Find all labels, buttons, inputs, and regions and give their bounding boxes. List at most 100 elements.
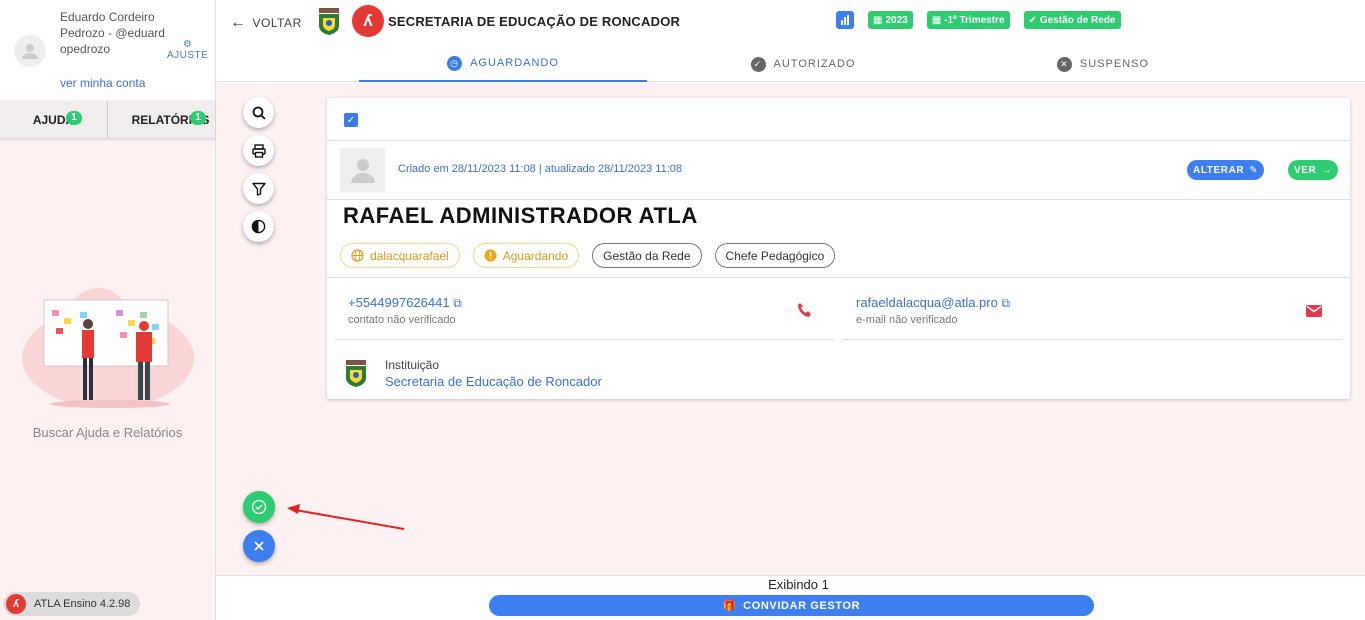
approve-button[interactable] — [243, 491, 275, 523]
divider — [327, 277, 1350, 278]
gear-icon: ⚙ — [182, 39, 193, 50]
edit-icon: ✎ — [1249, 164, 1259, 176]
institution-label: Instituição — [385, 358, 440, 372]
sidebar-tabs: AJUDA 1 RELATÓRIOS 1 — [0, 101, 215, 139]
globe-icon — [351, 249, 364, 262]
annotation-arrow — [287, 504, 405, 530]
view-account-link[interactable]: ver minha conta — [60, 76, 145, 90]
network-label: Gestão de Rede — [1039, 14, 1116, 26]
copy-icon[interactable]: ⧉ — [1001, 296, 1010, 310]
help-illustration — [22, 288, 194, 408]
select-checkbox[interactable]: ✓ — [344, 113, 358, 127]
divider — [327, 140, 1350, 141]
avatar[interactable] — [14, 35, 46, 67]
person-name: RAFAEL ADMINISTRADOR ATLA — [343, 203, 698, 228]
check-circle-icon: ✓ — [750, 56, 766, 72]
tab-autorizado-label: AUTORIZADO — [773, 58, 856, 70]
check-circle-icon — [251, 499, 267, 515]
user-name: Eduardo Cordeiro Pedrozo - @eduardopedro… — [60, 10, 165, 56]
email-address[interactable]: rafaeldalacqua@atla.pro — [856, 295, 998, 310]
contrast-button[interactable] — [243, 211, 274, 242]
username-label: dalacquarafael — [370, 248, 449, 263]
result-count: Exibindo 1 — [768, 577, 829, 592]
tab-help[interactable]: AJUDA 1 — [0, 101, 107, 138]
term-label: -1º Trimestre — [944, 14, 1005, 26]
user-panel: Eduardo Cordeiro Pedrozo - @eduardopedro… — [0, 0, 215, 100]
settings-label: AJUSTE — [167, 50, 209, 61]
view-label: VER — [1294, 164, 1317, 176]
user-photo — [340, 148, 385, 192]
divider — [327, 199, 1350, 200]
institution-name[interactable]: Secretaria de Educação de Roncador — [385, 374, 602, 389]
municipal-crest-icon — [319, 8, 339, 35]
institution-crest-icon — [346, 360, 366, 387]
status-tabs: ◷ AGUARDANDO ✓ AUTORIZADO ✕ SUSPENSO — [359, 46, 1359, 82]
close-icon — [254, 541, 264, 551]
settings-button[interactable]: ⚙ AJUSTE — [167, 39, 209, 62]
status-label: Aguardando — [502, 248, 569, 263]
invite-manager-button[interactable]: 🎁 CONVIDAR GESTOR — [489, 595, 1094, 616]
reject-button[interactable] — [243, 530, 275, 562]
divider — [335, 339, 835, 340]
phone-contact: +5544997626441 ⧉ contato não verificado — [348, 295, 462, 326]
calendar-icon: ▦ — [931, 14, 942, 26]
tab-aguardando[interactable]: ◷ AGUARDANDO — [359, 46, 647, 82]
edit-label: ALTERAR — [1193, 164, 1245, 176]
email-status: e-mail não verificado — [856, 314, 958, 326]
phone-number[interactable]: +5544997626441 — [348, 295, 450, 310]
gift-icon: 🎁 — [722, 600, 738, 612]
help-caption: Buscar Ajuda e Relatórios — [32, 425, 183, 440]
version-label: ATLA Ensino 4.2.98 — [34, 598, 131, 610]
close-circle-icon: ✕ — [1056, 56, 1072, 72]
calendar-icon: ▦ — [873, 14, 883, 26]
role-tag: Chefe Pedagógico — [714, 243, 836, 268]
tab-autorizado[interactable]: ✓ AUTORIZADO — [647, 46, 959, 82]
sidebar: Eduardo Cordeiro Pedrozo - @eduardopedro… — [0, 0, 216, 620]
filter-icon — [251, 182, 266, 196]
clock-icon: ◷ — [447, 55, 463, 71]
org-title: SECRETARIA DE EDUCAÇÃO DE RONCADOR — [388, 14, 681, 29]
tab-suspenso-label: SUSPENSO — [1079, 58, 1150, 70]
tag-list: dalacquarafael Aguardando Gestão da Rede… — [340, 243, 836, 268]
phone-status: contato não verificado — [348, 314, 456, 326]
stats-button[interactable] — [836, 11, 854, 29]
back-label: VOLTAR — [252, 16, 302, 30]
search-button[interactable] — [243, 97, 274, 128]
role-tag: Gestão da Rede — [592, 243, 702, 268]
tab-suspenso[interactable]: ✕ SUSPENSO — [959, 46, 1247, 82]
search-icon — [252, 106, 266, 120]
footer: Exibindo 1 🎁 CONVIDAR GESTOR — [216, 575, 1365, 620]
email-contact: rafaeldalacqua@atla.pro ⧉ e-mail não ver… — [856, 295, 1010, 326]
status-tag: Aguardando — [472, 243, 580, 268]
atla-logo-icon: ʎ — [6, 594, 26, 614]
invite-label: CONVIDAR GESTOR — [743, 599, 861, 612]
copy-icon[interactable]: ⧉ — [453, 296, 462, 310]
username-tag: dalacquarafael — [340, 243, 460, 268]
brand-logo: ʎ — [352, 5, 384, 37]
term-chip[interactable]: ▦ -1º Trimestre — [926, 11, 1010, 29]
tab-reports[interactable]: RELATÓRIOS 1 — [107, 101, 215, 138]
network-chip[interactable]: ✔ Gestão de Rede — [1023, 11, 1121, 29]
top-bar: ← VOLTAR ʎ SECRETARIA DE EDUCAÇÃO DE RON… — [216, 0, 1365, 82]
reports-count-badge: 1 — [190, 111, 206, 125]
year-chip[interactable]: ▦ 2023 — [868, 11, 913, 29]
contrast-icon — [251, 219, 266, 234]
version-chip[interactable]: ʎ ATLA Ensino 4.2.98 — [3, 592, 141, 616]
divider — [842, 339, 1343, 340]
bar-chart-icon — [841, 15, 849, 25]
check-circle-icon: ✔ — [1028, 14, 1037, 26]
arrow-right-icon: → — [1321, 164, 1332, 176]
view-button[interactable]: VER → — [1288, 160, 1338, 180]
created-timestamp: Criado em 28/11/2023 11:08 | atualizado … — [398, 163, 682, 175]
person-icon — [350, 159, 375, 183]
context-chips: ▦ 2023 ▦ -1º Trimestre ✔ Gestão de Rede — [836, 11, 1121, 29]
print-button[interactable] — [243, 135, 274, 166]
alert-icon — [484, 249, 497, 262]
year-label: 2023 — [885, 14, 908, 26]
back-button[interactable]: ← VOLTAR — [230, 14, 302, 32]
edit-button[interactable]: ALTERAR ✎ — [1187, 160, 1265, 180]
phone-icon[interactable] — [797, 302, 813, 318]
help-count-badge: 1 — [66, 111, 82, 125]
mail-icon[interactable] — [1306, 305, 1322, 317]
filter-button[interactable] — [243, 173, 274, 204]
